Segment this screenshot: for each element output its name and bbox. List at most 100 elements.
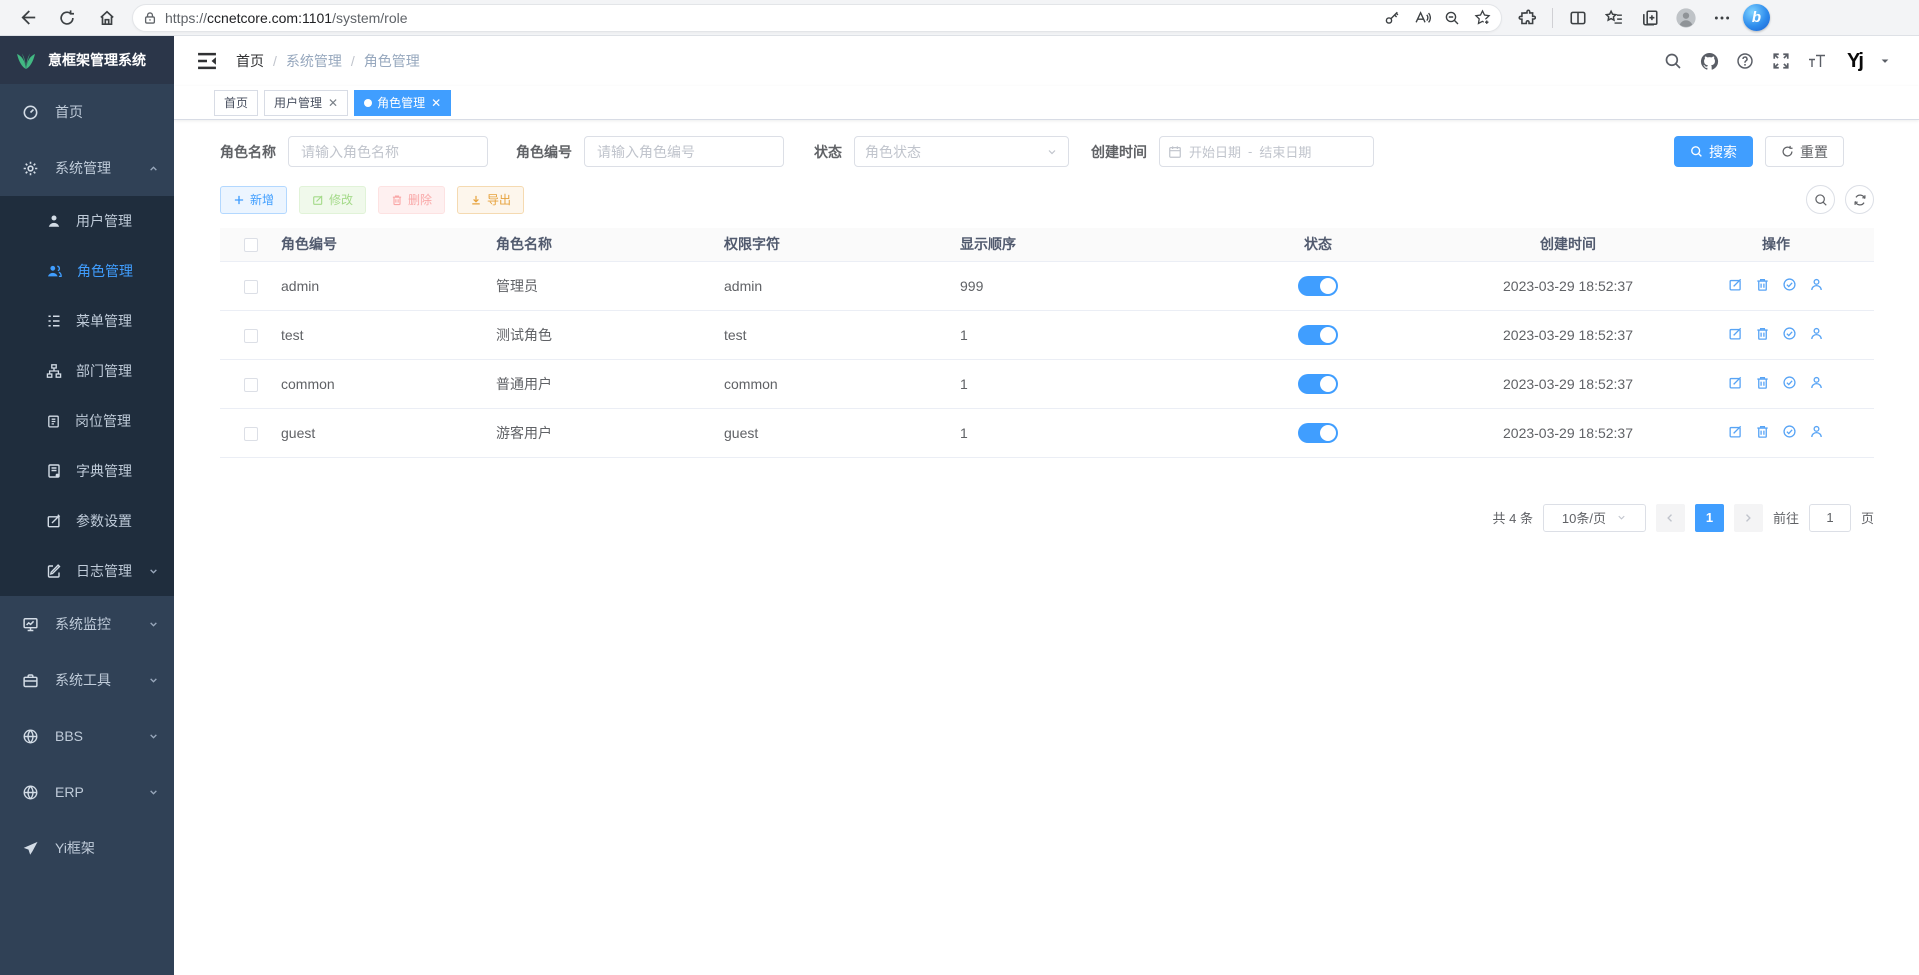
edit-row-icon[interactable]	[1728, 326, 1743, 341]
search-button-label: 搜索	[1709, 142, 1737, 162]
add-favorite-star-icon[interactable]	[1469, 5, 1495, 31]
read-aloud-icon[interactable]	[1409, 5, 1435, 31]
collections-icon[interactable]	[1635, 3, 1665, 33]
toggle-search-button[interactable]	[1806, 185, 1835, 214]
zoom-out-icon[interactable]	[1439, 5, 1465, 31]
page-size-select[interactable]: 10条/页	[1543, 504, 1646, 532]
delete-button[interactable]: 删除	[378, 186, 445, 214]
sidebar-item-menu-management[interactable]: 菜单管理	[0, 296, 174, 346]
favorites-bar-icon[interactable]	[1599, 3, 1629, 33]
close-icon[interactable]: ✕	[431, 96, 441, 110]
sidebar-item-dict-management[interactable]: 字典管理	[0, 446, 174, 496]
password-key-icon[interactable]	[1379, 5, 1405, 31]
edit-row-icon[interactable]	[1728, 375, 1743, 390]
sidebar-item-post-management[interactable]: 岗位管理	[0, 396, 174, 446]
assign-user-icon[interactable]	[1809, 424, 1824, 439]
add-button[interactable]: 新增	[220, 186, 287, 214]
export-button[interactable]: 导出	[457, 186, 524, 214]
tab-home[interactable]: 首页	[214, 90, 258, 116]
browser-refresh-button[interactable]	[52, 3, 82, 33]
sidebar-item-user-management[interactable]: 用户管理	[0, 196, 174, 246]
refresh-table-button[interactable]	[1845, 185, 1874, 214]
browser-more-menu-icon[interactable]	[1707, 3, 1737, 33]
org-tree-icon	[46, 363, 62, 379]
breadcrumb-home[interactable]: 首页	[236, 51, 264, 71]
delete-row-icon[interactable]	[1755, 277, 1770, 292]
address-bar[interactable]: https://ccnetcore.com:1101/system/role	[132, 4, 1502, 32]
extensions-icon[interactable]	[1512, 3, 1542, 33]
sidebar-item-erp[interactable]: ERP	[0, 764, 174, 820]
sidebar-item-department-management[interactable]: 部门管理	[0, 346, 174, 396]
url-text[interactable]: https://ccnetcore.com:1101/system/role	[165, 10, 1371, 26]
search-button[interactable]: 搜索	[1674, 136, 1753, 167]
split-screen-icon[interactable]	[1563, 3, 1593, 33]
data-permission-icon[interactable]	[1782, 375, 1797, 390]
assign-user-icon[interactable]	[1809, 326, 1824, 341]
cell-order: 1	[960, 310, 1178, 359]
breadcrumb-section[interactable]: 系统管理	[286, 51, 342, 71]
browser-home-button[interactable]	[92, 3, 122, 33]
data-permission-icon[interactable]	[1782, 277, 1797, 292]
delete-button-label: 删除	[408, 191, 432, 208]
github-icon[interactable]	[1696, 48, 1722, 74]
chevron-down-icon	[147, 786, 160, 799]
sidebar-item-system-management[interactable]: 系统管理	[0, 140, 174, 196]
sidebar-item-param-settings[interactable]: 参数设置	[0, 496, 174, 546]
goto-page-input[interactable]	[1809, 504, 1851, 532]
lock-icon[interactable]	[143, 11, 157, 25]
sidebar-item-system-monitor[interactable]: 系统监控	[0, 596, 174, 652]
header-search-icon[interactable]	[1660, 48, 1686, 74]
sidebar-item-label: 字典管理	[76, 461, 132, 481]
tab-role-management[interactable]: 角色管理✕	[354, 90, 451, 116]
delete-row-icon[interactable]	[1755, 375, 1770, 390]
role-code-label: 角色编号	[516, 142, 572, 162]
fullscreen-icon[interactable]	[1768, 48, 1794, 74]
edit-row-icon[interactable]	[1728, 424, 1743, 439]
assign-user-icon[interactable]	[1809, 277, 1824, 292]
sidebar-item-log-management[interactable]: 日志管理	[0, 546, 174, 596]
breadcrumb-current: 角色管理	[364, 51, 420, 71]
row-checkbox[interactable]	[244, 329, 258, 343]
browser-back-button[interactable]	[12, 3, 42, 33]
close-icon[interactable]: ✕	[328, 96, 338, 110]
data-permission-icon[interactable]	[1782, 326, 1797, 341]
avatar-caret-down-icon[interactable]	[1879, 55, 1891, 67]
sidebar-item-role-management[interactable]: 角色管理	[0, 246, 174, 296]
reset-button[interactable]: 重置	[1765, 136, 1844, 167]
edit-row-icon[interactable]	[1728, 277, 1743, 292]
status-toggle[interactable]	[1298, 325, 1338, 345]
help-icon[interactable]	[1732, 48, 1758, 74]
data-permission-icon[interactable]	[1782, 424, 1797, 439]
font-size-icon[interactable]	[1804, 48, 1830, 74]
page-number-button[interactable]: 1	[1695, 504, 1724, 532]
plus-icon	[233, 194, 245, 206]
status-toggle[interactable]	[1298, 423, 1338, 443]
tab-user-management[interactable]: 用户管理✕	[264, 90, 348, 116]
sidebar-item-yi-framework[interactable]: Yi框架	[0, 820, 174, 876]
browser-profile-avatar[interactable]	[1671, 3, 1701, 33]
row-checkbox[interactable]	[244, 280, 258, 294]
cell-role-code: admin	[281, 261, 496, 310]
sidebar-item-home[interactable]: 首页	[0, 84, 174, 140]
status-toggle[interactable]	[1298, 276, 1338, 296]
status-toggle[interactable]	[1298, 374, 1338, 394]
created-date-range-picker[interactable]: 开始日期 - 结束日期	[1159, 136, 1374, 167]
row-checkbox[interactable]	[244, 427, 258, 441]
edit-button[interactable]: 修改	[299, 186, 366, 214]
bing-chat-icon[interactable]: b	[1743, 4, 1770, 31]
sidebar-item-bbs[interactable]: BBS	[0, 708, 174, 764]
row-checkbox[interactable]	[244, 378, 258, 392]
select-all-checkbox[interactable]	[244, 238, 258, 252]
sidebar-item-system-tools[interactable]: 系统工具	[0, 652, 174, 708]
app-logo[interactable]: 意框架管理系统	[0, 36, 174, 84]
user-avatar[interactable]: Yj	[1840, 47, 1869, 76]
next-page-button[interactable]	[1734, 504, 1763, 532]
role-code-input[interactable]	[584, 136, 784, 167]
sidebar-collapse-icon[interactable]	[196, 50, 218, 72]
assign-user-icon[interactable]	[1809, 375, 1824, 390]
prev-page-button[interactable]	[1656, 504, 1685, 532]
role-status-select[interactable]: 角色状态	[854, 136, 1069, 167]
delete-row-icon[interactable]	[1755, 326, 1770, 341]
delete-row-icon[interactable]	[1755, 424, 1770, 439]
role-name-input[interactable]	[288, 136, 488, 167]
